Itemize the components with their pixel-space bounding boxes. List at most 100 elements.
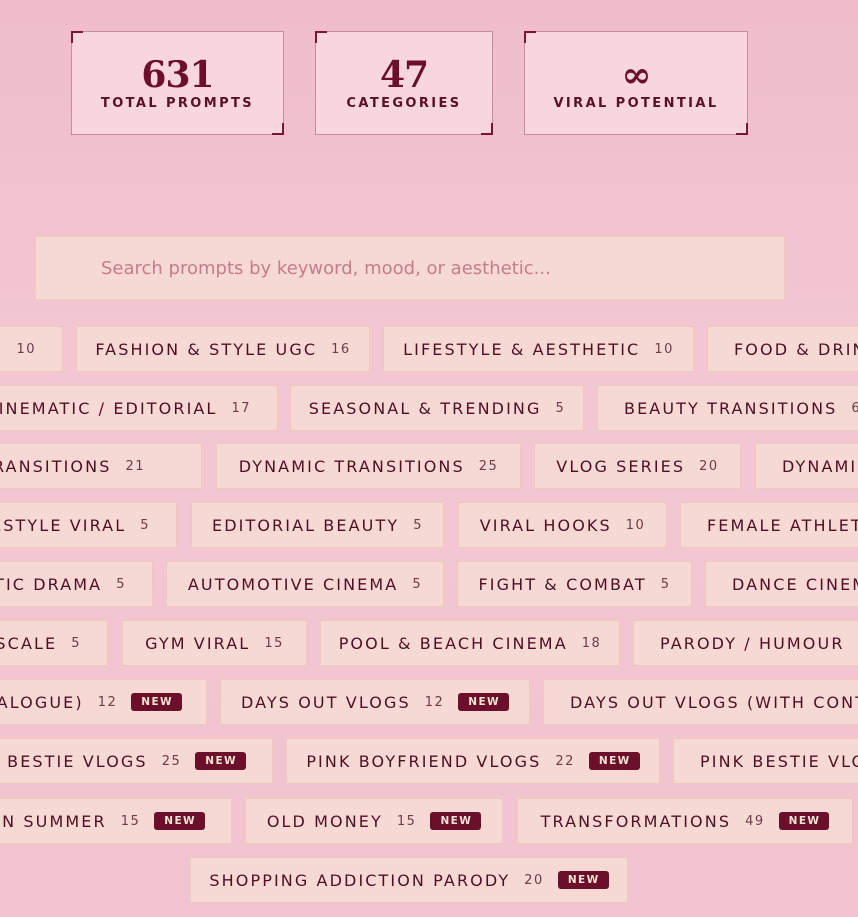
stat-value: 47 xyxy=(379,54,429,96)
category-chip-lifestyle-aesthetic[interactable]: LIFESTYLE & AESTHETIC 10 xyxy=(383,326,694,372)
chip-label: PINK BESTIE VLO xyxy=(700,751,858,771)
chip-label: BEAUTY TRANSITIONS xyxy=(624,398,838,418)
category-chip-old-money[interactable]: OLD MONEY 15 NEW xyxy=(245,798,503,844)
chip-count: 12 xyxy=(424,694,445,710)
new-badge: NEW xyxy=(195,752,246,770)
chip-label: FASHION & STYLE UGC xyxy=(95,339,318,359)
category-chip-days-out-vlogs[interactable]: DAYS OUT VLOGS 12 NEW xyxy=(220,679,530,725)
chip-count: 10 xyxy=(654,341,674,357)
category-chip-pink-bestie-vlo[interactable]: PINK BESTIE VLO xyxy=(673,738,858,784)
search-input[interactable] xyxy=(36,237,784,299)
chip-row: ALOGUE) 12 NEW DAYS OUT VLOGS 12 NEW DAYS OUT … xyxy=(0,679,858,725)
category-chip-shopping-addiction-parody[interactable]: SHOPPING ADDICTION PARODY 20 NEW xyxy=(190,857,628,903)
chip-label: SEASONAL & TRENDING xyxy=(308,398,542,418)
category-chip-parody-humour[interactable]: PARODY / HUMOUR2 xyxy=(633,620,858,666)
category-chip-food-drink[interactable]: FOOD & DRINK xyxy=(707,326,858,372)
category-chip-days-out-vlogs-with-conti[interactable]: DAYS OUT VLOGS (WITH CONTI xyxy=(543,679,858,725)
chip-count: 6 xyxy=(851,400,858,416)
stat-value: 631 xyxy=(141,54,214,96)
chip-count: 22 xyxy=(555,753,575,769)
category-chip-gym-viral[interactable]: GYM VIRAL 15 xyxy=(122,620,307,666)
stat-label: TOTAL PROMPTS xyxy=(100,96,255,111)
stat-card-total-prompts: 631 TOTAL PROMPTS xyxy=(71,31,284,135)
category-chip-cinematic-editorial[interactable]: CINEMATIC / EDITORIAL 17 xyxy=(0,385,278,431)
chip-label: DANCE CINEM xyxy=(732,574,858,594)
category-chip-pool-beach-cinema[interactable]: POOL & BEACH CINEMA 18 xyxy=(320,620,620,666)
chip-label: EDITORIAL BEAUTY xyxy=(212,515,400,535)
chip-count: 25 xyxy=(478,458,499,474)
category-chip-pink-boyfriend-vlogs[interactable]: PINK BOYFRIEND VLOGS 22 NEW xyxy=(286,738,660,784)
chip-label: K BESTIE VLOGS xyxy=(0,751,148,771)
chip-count: 20 xyxy=(524,872,544,888)
category-chip-editorial-beauty[interactable]: EDITORIAL BEAUTY 5 xyxy=(191,502,444,548)
chip-count: 25 xyxy=(161,753,182,769)
category-chip-scale[interactable]: SCALE 5 xyxy=(0,620,108,666)
chip-label: C xyxy=(0,340,2,359)
new-badge: NEW xyxy=(131,693,182,711)
chip-count: 20 xyxy=(699,458,719,474)
category-chip-c[interactable]: C 10 xyxy=(0,326,63,372)
new-badge: NEW xyxy=(430,812,482,830)
category-chip-fashion-style-ugc[interactable]: FASHION & STYLE UGC 16 xyxy=(76,326,370,372)
new-badge: NEW xyxy=(778,812,830,830)
chip-label: FEMALE ATHLET xyxy=(707,515,858,535)
category-chip-l-transitions[interactable]: L TRANSITIONS 21 xyxy=(0,443,202,489)
stat-card-viral-potential: ∞ VIRAL POTENTIAL xyxy=(524,31,748,135)
chip-count: 10 xyxy=(625,517,646,533)
category-chip-dynamic-transitions[interactable]: DYNAMIC TRANSITIONS 25 xyxy=(216,443,521,489)
chip-label: ESTYLE VIRAL xyxy=(0,515,127,535)
chip-row: AN SUMMER 15 NEW OLD MONEY 15 NEW TRANSFORMATI… xyxy=(0,798,858,844)
chip-label: PINK BOYFRIEND VLOGS xyxy=(306,751,542,771)
category-chip-alogue[interactable]: ALOGUE) 12 NEW xyxy=(0,679,207,725)
chip-count: 5 xyxy=(413,517,423,533)
category-chip-dynamic[interactable]: DYNAMIC xyxy=(755,443,858,489)
chip-row: C 10 FASHION & STYLE UGC 16 LIFESTYLE & AEST… xyxy=(0,326,858,372)
chip-label: GYM VIRAL xyxy=(145,633,251,653)
chip-label: DAYS OUT VLOGS xyxy=(240,692,411,712)
chip-count: 15 xyxy=(396,813,417,829)
chip-count: 5 xyxy=(140,517,150,533)
chip-count: 5 xyxy=(660,576,671,592)
category-chip-k-bestie-vlogs[interactable]: K BESTIE VLOGS 25 NEW xyxy=(0,738,273,784)
chip-count: 12 xyxy=(97,694,118,710)
chip-label: PARODY / HUMOUR xyxy=(660,633,845,653)
category-chip-vlog-series[interactable]: VLOG SERIES 20 xyxy=(534,443,741,489)
category-chip-beauty-transitions[interactable]: BEAUTY TRANSITIONS 6 xyxy=(597,385,858,431)
chip-count: 17 xyxy=(231,400,251,416)
chip-label: DYNAMIC xyxy=(782,456,858,476)
search-box xyxy=(35,236,785,300)
chip-count: 15 xyxy=(120,813,141,829)
category-chip-estyle-viral[interactable]: ESTYLE VIRAL 5 xyxy=(0,502,177,548)
category-chip-female-athlet[interactable]: FEMALE ATHLET xyxy=(680,502,858,548)
chip-row: TIC DRAMA 5 AUTOMOTIVE CINEMA 5 FIGHT & COMB… xyxy=(0,561,858,607)
category-chip-tic-drama[interactable]: TIC DRAMA 5 xyxy=(0,561,153,607)
category-chip-viral-hooks[interactable]: VIRAL HOOKS 10 xyxy=(458,502,667,548)
chip-label: TIC DRAMA xyxy=(0,574,103,594)
chip-count: 49 xyxy=(745,813,765,829)
category-chip-automotive-cinema[interactable]: AUTOMOTIVE CINEMA 5 xyxy=(166,561,444,607)
chip-count: 5 xyxy=(71,635,81,651)
chip-label: SCALE xyxy=(0,633,58,653)
chip-label: L TRANSITIONS xyxy=(0,456,112,476)
chip-row: L TRANSITIONS 21 DYNAMIC TRANSITIONS 25 VLOG… xyxy=(0,443,858,489)
chip-label: AN SUMMER xyxy=(0,811,107,831)
new-badge: NEW xyxy=(557,871,609,889)
chip-label: VLOG SERIES xyxy=(556,456,686,476)
category-chip-seasonal-trending[interactable]: SEASONAL & TRENDING 5 xyxy=(290,385,584,431)
category-chip-transformations[interactable]: TRANSFORMATIONS 49 NEW xyxy=(517,798,853,844)
chip-row: SHOPPING ADDICTION PARODY 20 NEW xyxy=(0,857,858,903)
category-chip-dance-cinem[interactable]: DANCE CINEM xyxy=(705,561,858,607)
chip-label: AUTOMOTIVE CINEMA xyxy=(187,574,399,594)
chip-row: SCALE 5 GYM VIRAL 15 POOL & BEACH CINEMA 18 PA… xyxy=(0,620,858,666)
new-badge: NEW xyxy=(458,693,510,711)
chip-label: OLD MONEY xyxy=(266,811,383,831)
chip-label: TRANSFORMATIONS xyxy=(540,811,732,831)
stat-value: ∞ xyxy=(621,54,652,96)
chip-label: LIFESTYLE & AESTHETIC xyxy=(403,339,641,359)
chip-count: 21 xyxy=(125,458,145,474)
chip-count: 5 xyxy=(116,576,126,592)
category-chip-fight-combat[interactable]: FIGHT & COMBAT 5 xyxy=(457,561,692,607)
category-chip-an-summer[interactable]: AN SUMMER 15 NEW xyxy=(0,798,232,844)
chip-count: 5 xyxy=(555,400,566,416)
stat-label: CATEGORIES xyxy=(346,96,462,111)
